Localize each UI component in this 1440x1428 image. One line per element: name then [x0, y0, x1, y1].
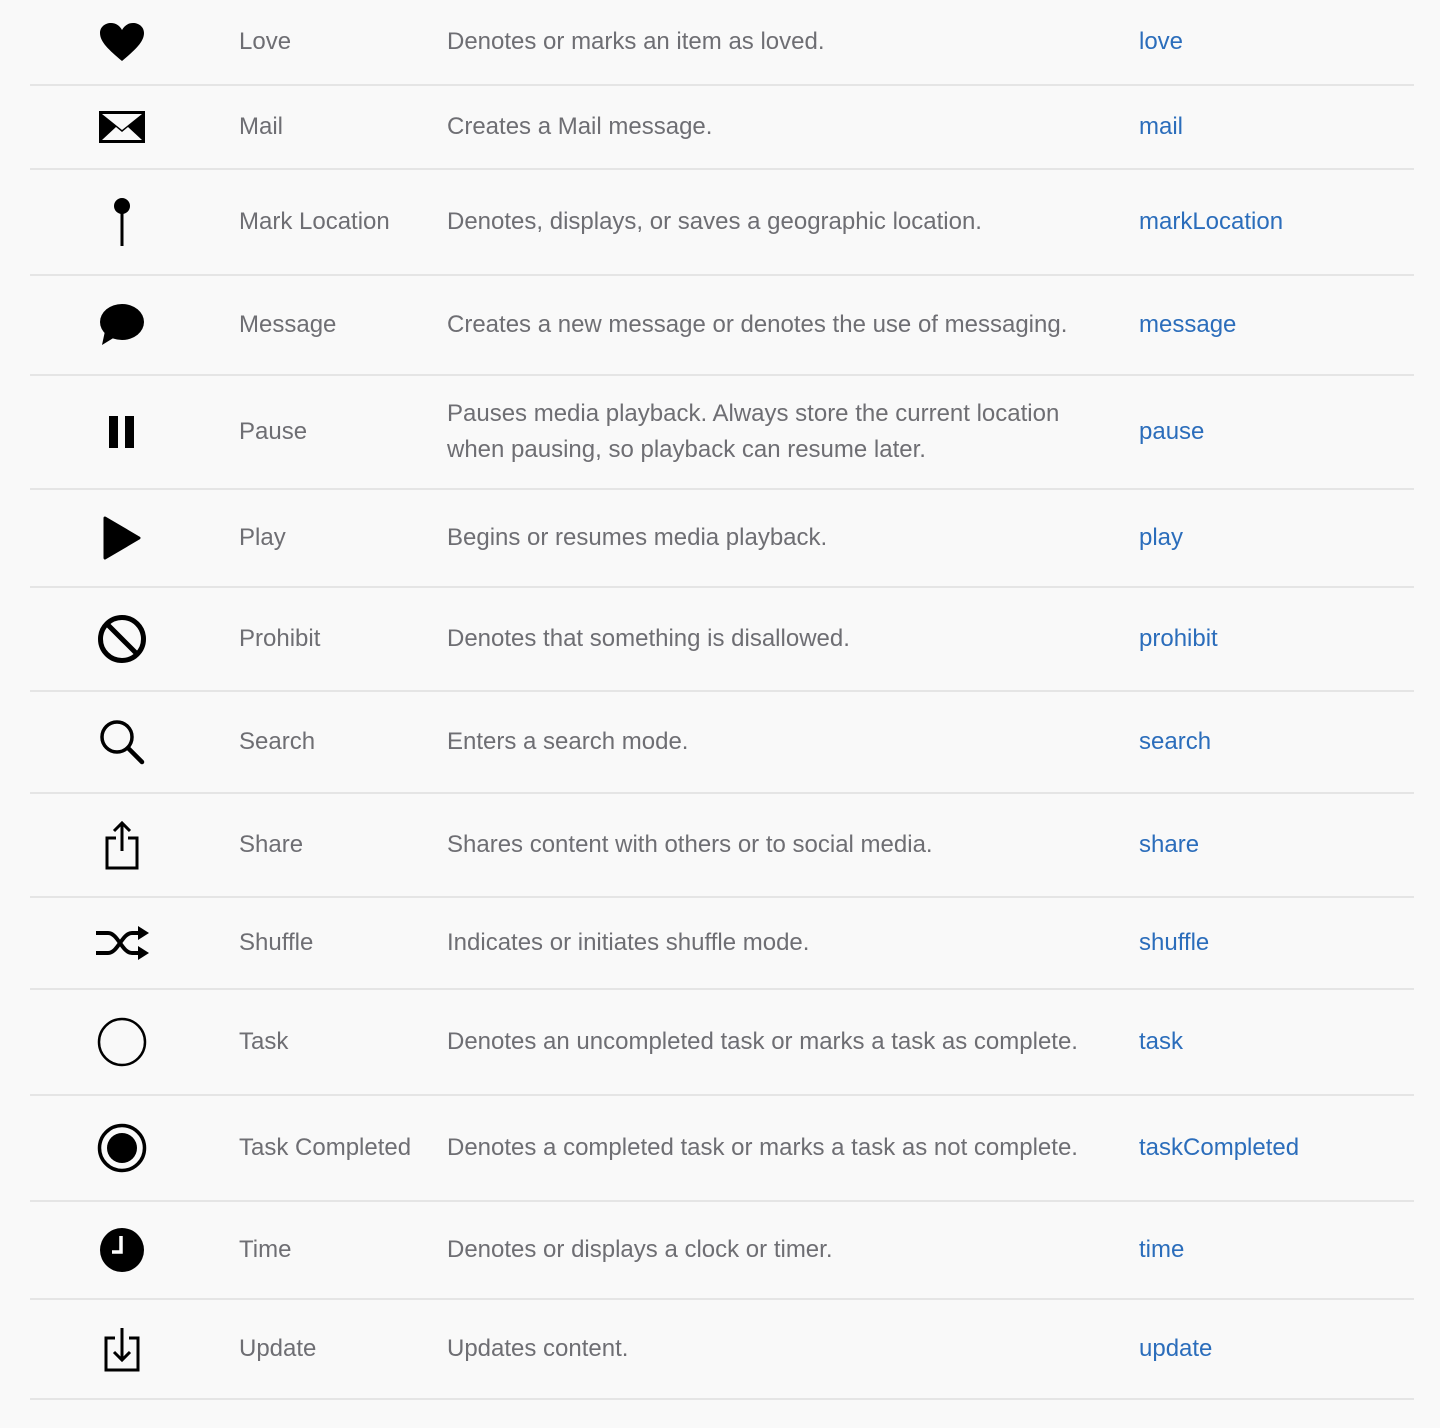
- circle-outline-icon: [92, 1012, 152, 1072]
- row-name: Update: [239, 1335, 317, 1362]
- row-link[interactable]: search: [1139, 724, 1211, 760]
- row-description: Denotes a completed task or marks a task…: [447, 1134, 1078, 1161]
- row-name: Play: [239, 524, 286, 551]
- row-name: Share: [239, 831, 304, 858]
- table-row: Pause Pauses media playback. Always stor…: [30, 376, 1414, 490]
- table-row: Time Denotes or displays a clock or time…: [30, 1202, 1414, 1300]
- row-link[interactable]: pause: [1139, 414, 1204, 450]
- row-link[interactable]: markLocation: [1139, 204, 1283, 240]
- table-row: Shuffle Indicates or initiates shuffle m…: [30, 898, 1414, 990]
- row-link[interactable]: update: [1139, 1331, 1212, 1367]
- row-description: Enters a search mode.: [447, 728, 689, 755]
- row-name: Message: [239, 311, 337, 338]
- table-row: Prohibit Denotes that something is disal…: [30, 588, 1414, 692]
- heart-icon: [92, 12, 152, 72]
- row-name: Search: [239, 728, 316, 755]
- row-link[interactable]: taskCompleted: [1139, 1130, 1299, 1166]
- row-link[interactable]: message: [1139, 307, 1236, 343]
- row-description: Creates a Mail message.: [447, 113, 713, 140]
- magnifier-icon: [92, 712, 152, 772]
- row-link[interactable]: shuffle: [1139, 925, 1209, 961]
- row-description: Indicates or initiates shuffle mode.: [447, 929, 810, 956]
- clock-icon: [92, 1220, 152, 1280]
- table-row: Love Denotes or marks an item as loved. …: [30, 0, 1414, 86]
- pin-icon: [92, 192, 152, 252]
- row-name: Task: [239, 1028, 289, 1055]
- row-link[interactable]: task: [1139, 1024, 1183, 1060]
- pause-icon: [92, 402, 152, 462]
- play-icon: [92, 508, 152, 568]
- row-description: Begins or resumes media playback.: [447, 524, 828, 551]
- table-row: Message Creates a new message or denotes…: [30, 276, 1414, 376]
- share-icon: [92, 815, 152, 875]
- row-link[interactable]: love: [1139, 24, 1183, 60]
- row-name: Mark Location: [239, 208, 390, 235]
- row-link[interactable]: time: [1139, 1232, 1184, 1268]
- table-row: Mark Location Denotes, displays, or save…: [30, 170, 1414, 276]
- envelope-icon: [92, 97, 152, 157]
- row-name: Task Completed: [239, 1134, 412, 1161]
- row-link[interactable]: share: [1139, 827, 1199, 863]
- row-link[interactable]: mail: [1139, 109, 1183, 145]
- table-row: Task Denotes an uncompleted task or mark…: [30, 990, 1414, 1096]
- row-name: Mail: [239, 113, 284, 140]
- row-description: Denotes, displays, or saves a geographic…: [447, 208, 982, 235]
- table-row: Play Begins or resumes media playback. p…: [30, 490, 1414, 588]
- row-description: Pauses media playback. Always store the …: [447, 400, 1060, 463]
- table-row: Mail Creates a Mail message. mail: [30, 86, 1414, 170]
- row-name: Time: [239, 1236, 292, 1263]
- table-row: Share Shares content with others or to s…: [30, 794, 1414, 898]
- row-link[interactable]: play: [1139, 520, 1183, 556]
- row-name: Prohibit: [239, 625, 321, 652]
- row-description: Creates a new message or denotes the use…: [447, 311, 1068, 338]
- shuffle-icon: [92, 913, 152, 973]
- row-description: Updates content.: [447, 1335, 629, 1362]
- row-name: Love: [239, 28, 292, 55]
- row-description: Denotes or marks an item as loved.: [447, 28, 825, 55]
- row-description: Denotes that something is disallowed.: [447, 625, 850, 652]
- circle-filled-icon: [92, 1118, 152, 1178]
- table-row: Update Updates content. update: [30, 1300, 1414, 1400]
- prohibit-icon: [92, 609, 152, 669]
- icon-table: Love Denotes or marks an item as loved. …: [30, 0, 1414, 1400]
- row-description: Denotes or displays a clock or timer.: [447, 1236, 833, 1263]
- row-link[interactable]: prohibit: [1139, 621, 1218, 657]
- row-description: Denotes an uncompleted task or marks a t…: [447, 1028, 1078, 1055]
- row-description: Shares content with others or to social …: [447, 831, 933, 858]
- table-row: Search Enters a search mode. search: [30, 692, 1414, 794]
- speech-bubble-icon: [92, 295, 152, 355]
- table-row: Task Completed Denotes a completed task …: [30, 1096, 1414, 1202]
- row-name: Shuffle: [239, 929, 314, 956]
- update-icon: [92, 1319, 152, 1379]
- row-name: Pause: [239, 418, 308, 445]
